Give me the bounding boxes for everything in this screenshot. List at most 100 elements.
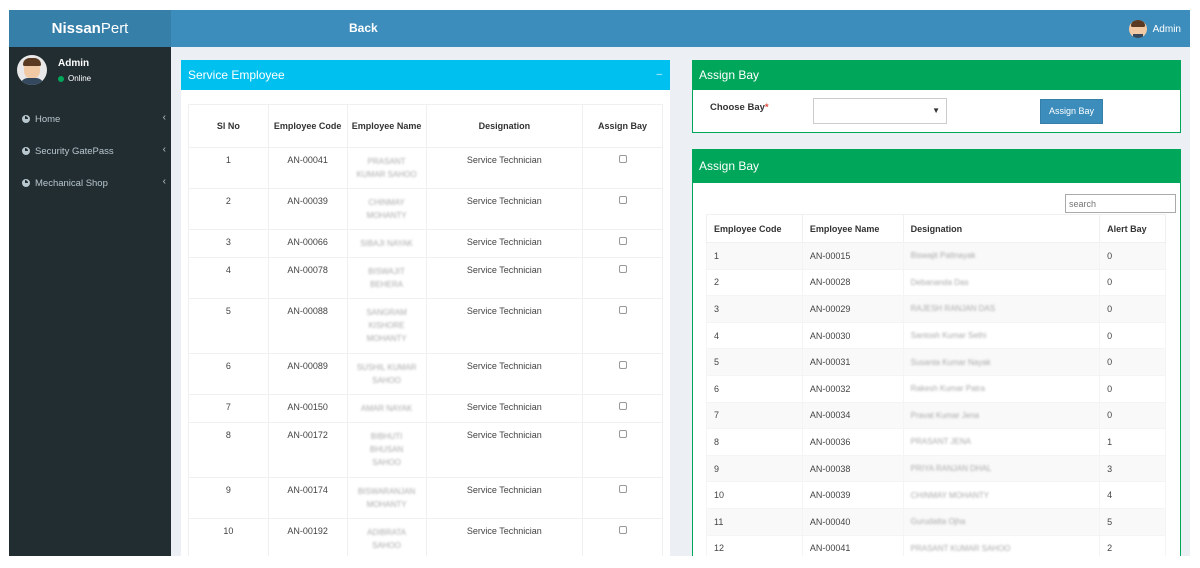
cell-assign-bay	[582, 518, 663, 556]
alert-bay-table-wrap[interactable]: Employee Code Employee Name Designation …	[706, 214, 1166, 556]
user-menu[interactable]: Admin	[1128, 19, 1181, 39]
assign-bay-checkbox[interactable]	[618, 361, 627, 369]
assign-bay-checkbox[interactable]	[618, 196, 627, 204]
column-header: Employee Code	[706, 214, 803, 243]
sidebar-item-mechanical-shop[interactable]: Mechanical Shop ‹	[9, 167, 171, 199]
employee-name-line: SAHOO	[372, 458, 402, 467]
choose-bay-label-text: Choose Bay	[710, 102, 765, 113]
employee-name-line: MOHANTY	[366, 334, 407, 343]
employee-name-line: KISHORE	[368, 321, 405, 330]
sidebar-item-security-gatepass[interactable]: Security GatePass ‹	[9, 135, 171, 167]
pie-chart-icon	[22, 115, 30, 123]
table-row: 5 AN-00031 Susanta Kumar Nayak 0	[706, 348, 1166, 376]
assign-bay-button[interactable]: Assign Bay	[1040, 99, 1103, 124]
cell-designation: Pravat Kumar Jena	[902, 401, 1101, 430]
cell-sl-no: 4	[188, 257, 269, 299]
cell-employee-code: AN-00078	[267, 257, 348, 299]
employee-name-line: BISWAJIT	[368, 267, 405, 276]
cell-assign-bay	[582, 229, 663, 258]
table-header-row: Sl No Employee Code Employee Name Design…	[188, 104, 663, 148]
cell-designation: Rakesh Kumar Patra	[902, 374, 1101, 403]
sidebar-item-label: Mechanical Shop	[35, 177, 108, 189]
cell-index: 2	[706, 268, 803, 297]
cell-alert-bay: 0	[1099, 295, 1166, 323]
cell-sl-no: 10	[188, 518, 269, 556]
assign-bay-checkbox[interactable]	[618, 402, 627, 410]
table-row: 10 AN-00039 CHINMAY MOHANTY 4	[706, 481, 1166, 509]
cell-index: 12	[706, 534, 803, 556]
cell-sl-no: 2	[188, 188, 269, 230]
blurred-name: Biswajit Pattnayak	[910, 251, 976, 261]
cell-index: 4	[706, 321, 803, 350]
assign-bay-form-header: Assign Bay	[693, 61, 1180, 90]
cell-designation: PRIYA RANJAN DHAL	[902, 454, 1101, 483]
brand-name-light: Pert	[100, 20, 129, 37]
pie-chart-icon	[22, 179, 30, 187]
cell-alert-bay: 0	[1099, 348, 1166, 376]
cell-employee-code: AN-00041	[801, 534, 904, 556]
blurred-name: CHINMAY MOHANTY	[910, 490, 990, 500]
table-row: 9 AN-00174 BISWARANJAN MOHANTY Service Techn…	[188, 477, 663, 519]
column-header: Assign Bay	[582, 104, 663, 148]
blurred-name: PRASANT KUMAR SAHOO	[910, 543, 1011, 553]
sidebar-item-label: Security GatePass	[35, 145, 114, 157]
avatar-suit	[20, 78, 44, 85]
cell-employee-code: AN-00089	[267, 353, 348, 395]
column-header: Employee Name	[801, 214, 904, 243]
table-row: 3 AN-00066 SIBAJI NAYAK Service Technician	[188, 229, 663, 258]
cell-employee-name: SANGRAM KISHORE MOHANTY	[346, 298, 427, 354]
cell-employee-code: AN-00034	[801, 401, 904, 430]
collapse-icon[interactable]: –	[656, 60, 662, 90]
back-button[interactable]: Back	[349, 10, 378, 47]
assign-bay-checkbox[interactable]	[618, 526, 627, 534]
cell-designation: PRASANT KUMAR SAHOO	[902, 534, 1101, 556]
search-input[interactable]	[1065, 194, 1176, 213]
assign-bay-list-header: Assign Bay	[693, 150, 1180, 183]
employee-name-line: CHINMAY	[368, 198, 405, 207]
table-header-row: Employee Code Employee Name Designation …	[706, 214, 1166, 243]
cell-index: 9	[706, 454, 803, 483]
service-employee-table-wrap[interactable]: Sl No Employee Code Employee Name Design…	[188, 104, 663, 556]
cell-employee-code: AN-00039	[801, 481, 904, 509]
employee-name-line: SUSHIL KUMAR	[356, 363, 417, 372]
assign-bay-checkbox[interactable]	[618, 430, 627, 438]
blurred-name: Susanta Kumar Nayak	[910, 357, 991, 367]
cell-employee-name: ADIBRATA SAHOO	[346, 518, 427, 556]
cell-alert-bay: 2	[1099, 534, 1166, 556]
cell-designation: Service Technician	[425, 353, 584, 395]
chevron-left-icon: ‹	[162, 144, 166, 155]
blurred-name: Rakesh Kumar Patra	[910, 384, 985, 394]
employee-name-line: BEHERA	[370, 280, 404, 289]
cell-employee-name: PRASANT KUMAR SAHOO	[346, 147, 427, 189]
table-row: 2 AN-00028 Debananda Das 0	[706, 268, 1166, 297]
cell-sl-no: 7	[188, 394, 269, 423]
cell-designation: Biswajit Pattnayak	[902, 242, 1101, 270]
assign-bay-checkbox[interactable]	[618, 306, 627, 314]
assign-bay-checkbox[interactable]	[618, 155, 627, 163]
avatar	[17, 55, 47, 85]
table-row: 3 AN-00029 RAJESH RANJAN DAS 0	[706, 295, 1166, 323]
cell-designation: Service Technician	[425, 147, 584, 189]
cell-designation: Debananda Das	[902, 268, 1101, 297]
assign-bay-checkbox[interactable]	[618, 265, 627, 273]
blurred-name: PRASANT JENA	[910, 437, 971, 447]
choose-bay-select[interactable]: ▼	[813, 98, 947, 124]
blurred-name: Gurudatta Ojha	[910, 517, 966, 527]
employee-name-line: PRASANT	[367, 157, 406, 166]
cell-employee-code: AN-00038	[801, 454, 904, 483]
cell-employee-name: BISWAJIT BEHERA	[346, 257, 427, 299]
cell-employee-code: AN-00015	[801, 242, 904, 270]
chevron-left-icon: ‹	[162, 176, 166, 187]
pie-chart-icon	[22, 147, 30, 155]
brand-logo[interactable]: NissanPert	[9, 10, 171, 47]
assign-bay-checkbox[interactable]	[618, 237, 627, 245]
cell-designation: Service Technician	[425, 188, 584, 230]
cell-employee-code: AN-00031	[801, 348, 904, 376]
table-row: 8 AN-00036 PRASANT JENA 1	[706, 428, 1166, 456]
assign-bay-checkbox[interactable]	[618, 485, 627, 493]
service-employee-header: Service Employee –	[181, 60, 670, 90]
table-row: 7 AN-00034 Pravat Kumar Jena 0	[706, 401, 1166, 430]
cell-alert-bay: 0	[1099, 374, 1166, 403]
cell-designation: Service Technician	[425, 422, 584, 478]
sidebar-item-home[interactable]: Home ‹	[9, 103, 171, 135]
